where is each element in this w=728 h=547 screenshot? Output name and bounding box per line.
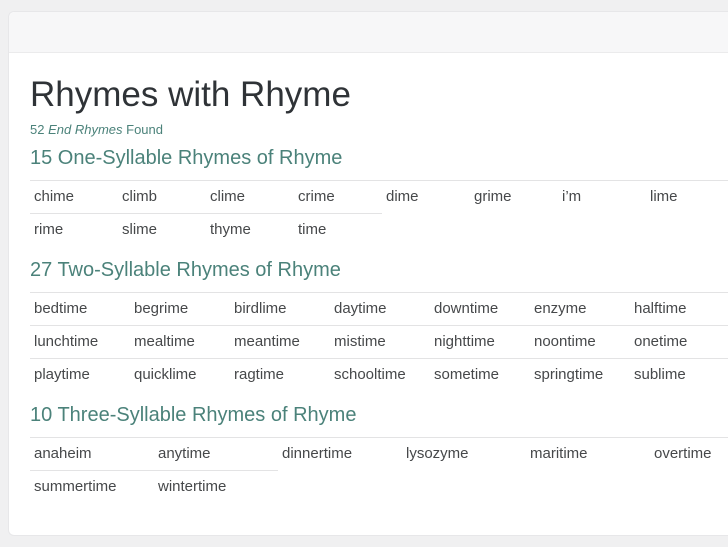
rhyme-word[interactable]: quicklime — [130, 359, 230, 392]
section-heading: 10 Three-Syllable Rhymes of Rhyme — [30, 404, 728, 426]
rhyme-word[interactable]: i’m — [558, 181, 646, 214]
rhyme-word[interactable]: maritime — [526, 438, 650, 471]
results-card: Rhymes with Rhyme 52 End Rhymes Found 15… — [8, 11, 728, 536]
rhyme-word[interactable]: dime — [382, 181, 470, 214]
rhyme-word[interactable]: lime — [646, 181, 728, 214]
found-count-line: 52 End Rhymes Found — [30, 122, 728, 138]
rhyme-word[interactable]: onetime — [630, 326, 728, 359]
rhyme-word[interactable]: meantime — [230, 326, 330, 359]
rhyme-word[interactable]: wintertime — [154, 471, 278, 504]
rhyme-word[interactable]: daytime — [330, 293, 430, 326]
rhyme-word[interactable]: ragtime — [230, 359, 330, 392]
section-heading: 27 Two-Syllable Rhymes of Rhyme — [30, 259, 728, 281]
rhyme-word[interactable]: halftime — [630, 293, 728, 326]
found-suffix: Found — [126, 122, 163, 137]
rhyme-word[interactable]: sublime — [630, 359, 728, 392]
rhyme-section: 10 Three-Syllable Rhymes of Rhyme anaheim… — [30, 404, 728, 503]
rhyme-sections: 15 One-Syllable Rhymes of Rhymechimeclim… — [30, 147, 728, 503]
rhyme-word[interactable]: anaheim — [30, 438, 154, 471]
rhyme-word[interactable]: crime — [294, 181, 382, 214]
rhyme-word[interactable]: rime — [30, 214, 118, 247]
rhyme-word[interactable]: schooltime — [330, 359, 430, 392]
rhyme-section: 15 One-Syllable Rhymes of Rhymechimeclim… — [30, 147, 728, 246]
rhyme-word[interactable]: dinnertime — [278, 438, 402, 471]
card-body: Rhymes with Rhyme 52 End Rhymes Found 15… — [9, 53, 728, 503]
page-title: Rhymes with Rhyme — [30, 76, 728, 114]
rhyme-word[interactable]: summertime — [30, 471, 154, 504]
found-count: 52 — [30, 122, 44, 137]
rhyme-word[interactable]: lunchtime — [30, 326, 130, 359]
rhyme-table: bedtimebegrimebirdlimedaytimedowntimeenz… — [30, 292, 728, 391]
found-type: End Rhymes — [48, 122, 122, 137]
rhyme-word[interactable]: birdlime — [230, 293, 330, 326]
table-row: anaheimanytimedinnertimelysozymemaritime… — [30, 438, 728, 471]
rhyme-table: anaheimanytimedinnertimelysozymemaritime… — [30, 437, 728, 503]
rhyme-word[interactable]: thyme — [206, 214, 294, 247]
rhyme-word[interactable]: mistime — [330, 326, 430, 359]
rhyme-word[interactable]: noontime — [530, 326, 630, 359]
rhyme-word[interactable]: lysozyme — [402, 438, 526, 471]
rhyme-word[interactable]: enzyme — [530, 293, 630, 326]
rhyme-word[interactable]: nighttime — [430, 326, 530, 359]
table-row: lunchtimemealtimemeantimemistimenighttim… — [30, 326, 728, 359]
rhyme-word[interactable]: sometime — [430, 359, 530, 392]
rhyme-table: chimeclimbclimecrimedimegrimei’mlimerime… — [30, 180, 728, 246]
rhyme-word[interactable]: clime — [206, 181, 294, 214]
rhyme-word[interactable]: anytime — [154, 438, 278, 471]
table-row: chimeclimbclimecrimedimegrimei’mlime — [30, 181, 728, 214]
table-row: rimeslimethymetime — [30, 214, 728, 247]
rhyme-word[interactable]: playtime — [30, 359, 130, 392]
table-row: bedtimebegrimebirdlimedaytimedowntimeenz… — [30, 293, 728, 326]
table-row: summertimewintertime — [30, 471, 728, 504]
rhyme-word[interactable]: springtime — [530, 359, 630, 392]
table-row: playtimequicklimeragtimeschooltimesometi… — [30, 359, 728, 392]
rhyme-word[interactable]: chime — [30, 181, 118, 214]
rhyme-word[interactable]: slime — [118, 214, 206, 247]
rhyme-word[interactable]: mealtime — [130, 326, 230, 359]
rhyme-word[interactable]: grime — [470, 181, 558, 214]
rhyme-word[interactable]: begrime — [130, 293, 230, 326]
rhyme-section: 27 Two-Syllable Rhymes of Rhyme bedtimebe… — [30, 259, 728, 391]
rhyme-word[interactable]: overtime — [650, 438, 728, 471]
section-heading: 15 One-Syllable Rhymes of Rhyme — [30, 147, 728, 169]
rhyme-word[interactable]: climb — [118, 181, 206, 214]
card-header — [9, 12, 728, 53]
rhyme-word[interactable]: downtime — [430, 293, 530, 326]
rhyme-word[interactable]: bedtime — [30, 293, 130, 326]
rhyme-word[interactable]: time — [294, 214, 382, 247]
